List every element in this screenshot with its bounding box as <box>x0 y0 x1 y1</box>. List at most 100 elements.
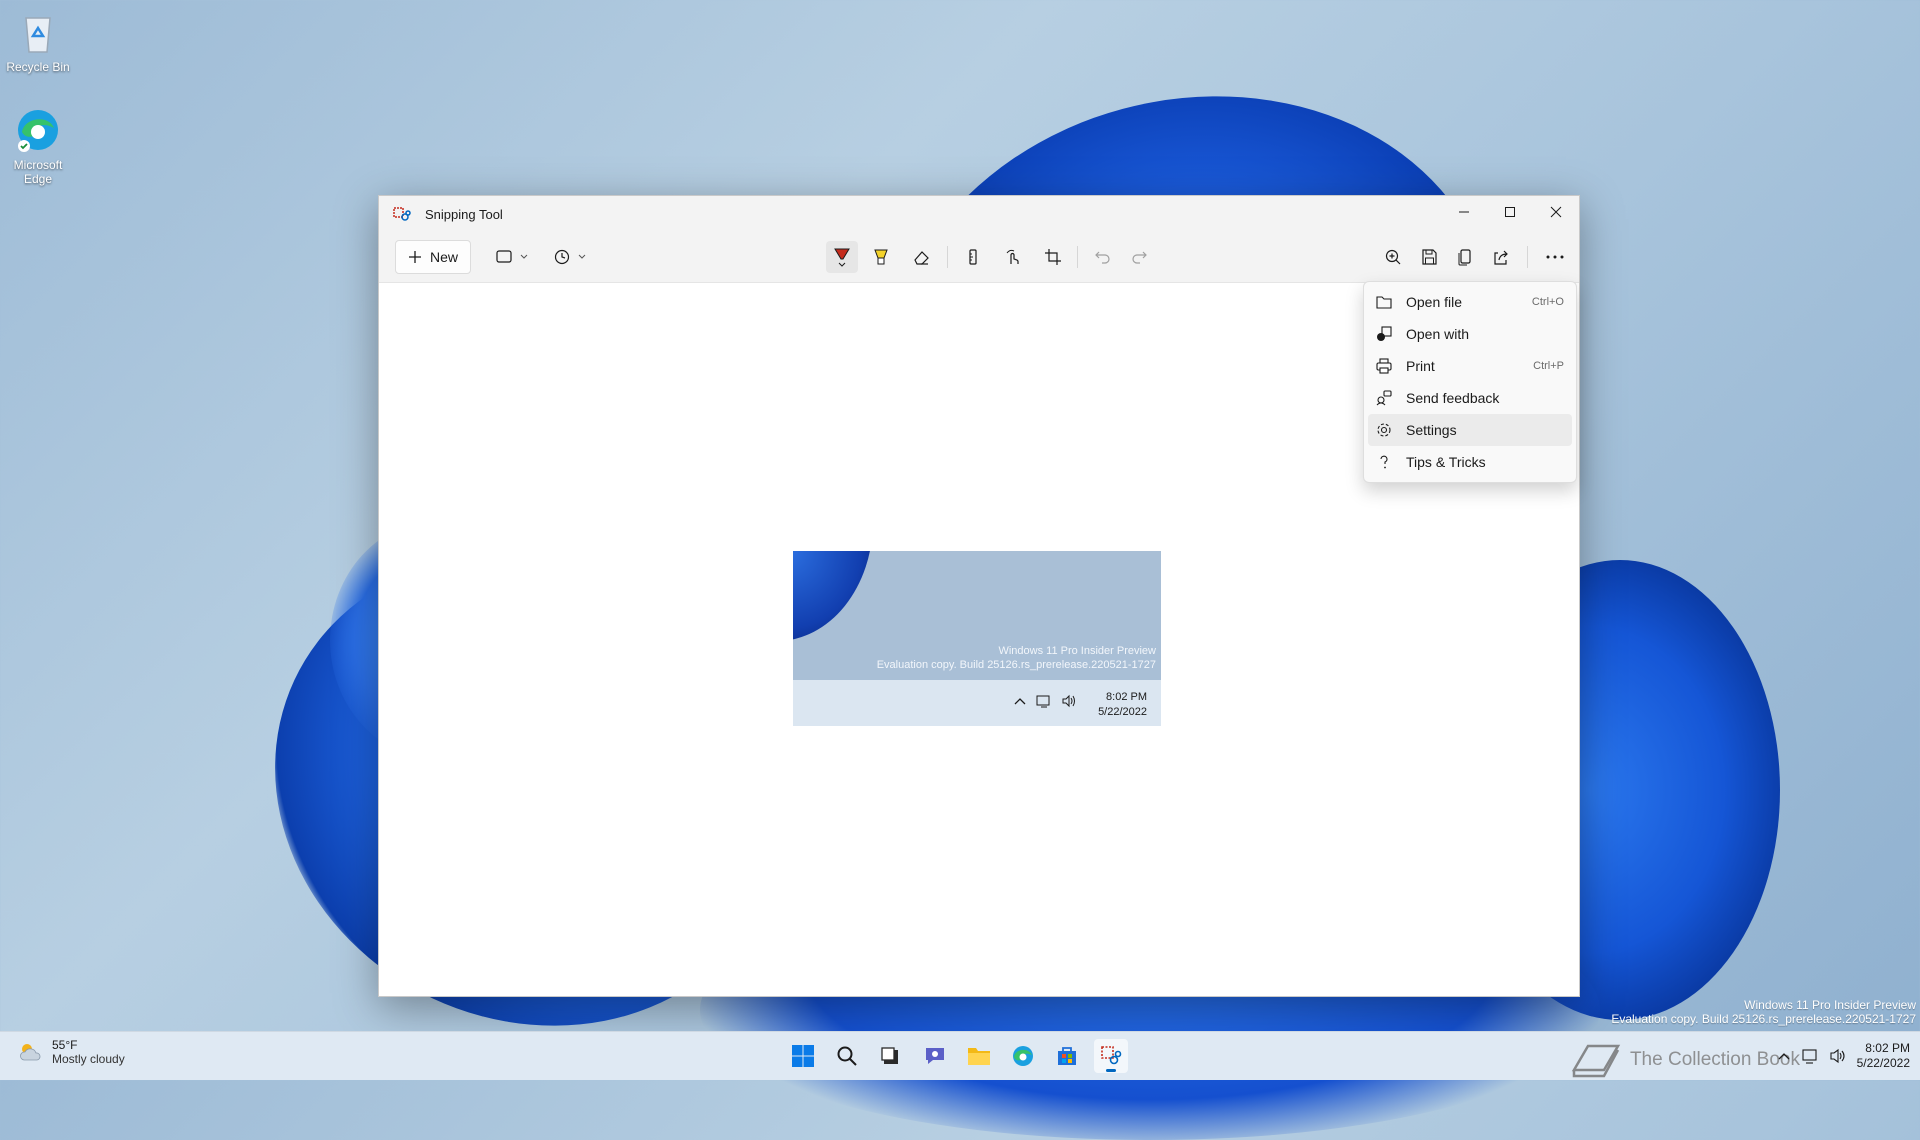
more-icon <box>1546 255 1564 259</box>
crop-button[interactable] <box>1037 241 1069 273</box>
open-with-icon <box>1376 326 1392 342</box>
start-button[interactable] <box>786 1039 820 1073</box>
see-more-button[interactable] <box>1535 241 1575 273</box>
system-tray: 8:02 PM 5/22/2022 <box>1777 1032 1910 1080</box>
menu-item-open-with[interactable]: Open with <box>1368 318 1572 350</box>
plus-icon <box>408 251 421 263</box>
chat-icon <box>926 1048 944 1064</box>
menu-item-shortcut: Ctrl+O <box>1531 296 1564 308</box>
feedback-icon <box>1376 390 1392 406</box>
snipping-tool-taskbar-button[interactable] <box>1094 1039 1128 1073</box>
printer-icon <box>1376 358 1392 374</box>
close-button[interactable] <box>1533 196 1579 228</box>
save-button[interactable] <box>1413 241 1445 273</box>
minimize-icon <box>1459 211 1469 213</box>
ruler-icon <box>969 249 977 265</box>
weather-description: Mostly cloudy <box>52 1052 125 1066</box>
toolbar: New <box>379 232 1579 283</box>
menu-item-label: Print <box>1406 358 1435 374</box>
edge-taskbar-button[interactable] <box>1006 1039 1040 1073</box>
preview-watermark: Windows 11 Pro Insider Preview Evaluatio… <box>877 644 1156 672</box>
snipping-tool-app-icon <box>393 205 411 223</box>
redo-icon <box>1132 251 1147 264</box>
desktop-watermark: Windows 11 Pro Insider Preview Evaluatio… <box>1611 998 1916 1026</box>
see-more-menu: Open file Ctrl+O Open with Print Ctrl+P … <box>1363 281 1577 483</box>
copy-button[interactable] <box>1449 241 1481 273</box>
taskbar-search-button[interactable] <box>830 1039 864 1073</box>
menu-item-label: Open file <box>1406 294 1463 310</box>
site-watermark: The Collection Book <box>1570 1040 1800 1080</box>
book-logo-icon <box>1571 1044 1621 1078</box>
menu-item-tips-tricks[interactable]: Tips & Tricks <box>1368 446 1572 478</box>
delay-dropdown[interactable] <box>549 241 593 273</box>
cloudy-weather-icon <box>20 1044 41 1061</box>
menu-item-open-file[interactable]: Open file Ctrl+O <box>1368 286 1572 318</box>
volume-icon[interactable] <box>1829 1048 1847 1064</box>
new-snip-button[interactable]: New <box>395 240 471 274</box>
undo-icon <box>1095 251 1110 264</box>
menu-item-print[interactable]: Print Ctrl+P <box>1368 350 1572 382</box>
desktop-watermark-line2: Evaluation copy. Build 25126.rs_prerelea… <box>1611 1012 1916 1026</box>
highlighter-button[interactable] <box>865 241 897 273</box>
desktop-icon-label: Recycle Bin <box>6 60 70 74</box>
recycle-bin-icon <box>14 8 62 56</box>
edge-icon <box>1013 1046 1033 1066</box>
gear-icon <box>1376 422 1392 438</box>
new-button-label: New <box>429 249 458 265</box>
eraser-icon <box>914 251 929 265</box>
highlighter-icon <box>874 249 888 265</box>
snip-mode-dropdown[interactable] <box>491 241 535 273</box>
crop-icon <box>1045 249 1061 265</box>
undo-button[interactable] <box>1087 241 1119 273</box>
network-icon[interactable] <box>1801 1048 1819 1064</box>
ruler-button[interactable] <box>957 241 989 273</box>
desktop-icon-label: Microsoft Edge <box>13 158 63 186</box>
taskbar-time: 8:02 PM <box>1865 1041 1910 1055</box>
captured-snip-image: Windows 11 Pro Insider Preview Evaluatio… <box>793 551 1161 726</box>
snipping-tool-app-icon <box>1101 1046 1122 1065</box>
zoom-in-icon <box>1385 249 1401 265</box>
touch-writing-button[interactable] <box>997 241 1029 273</box>
question-icon <box>1376 454 1392 470</box>
taskbar-date: 5/22/2022 <box>1856 1056 1910 1070</box>
task-view-button[interactable] <box>874 1039 908 1073</box>
share-button[interactable] <box>1485 241 1517 273</box>
weather-widget[interactable]: 55°F Mostly cloudy <box>18 1038 125 1066</box>
ballpoint-pen-button[interactable] <box>826 241 858 273</box>
chevron-up-icon <box>1014 698 1026 705</box>
share-icon <box>1494 250 1508 265</box>
minimize-button[interactable] <box>1441 196 1487 228</box>
folder-icon <box>1376 294 1392 310</box>
taskbar: 55°F Mostly cloudy The Collection Book 8… <box>0 1031 1920 1080</box>
menu-item-send-feedback[interactable]: Send feedback <box>1368 382 1572 414</box>
preview-clock: 8:02 PM 5/22/2022 <box>1098 690 1147 720</box>
task-view-icon <box>881 1047 898 1064</box>
title-bar[interactable]: Snipping Tool <box>379 196 1579 232</box>
desktop-icon-recycle-bin[interactable]: Recycle Bin <box>0 8 76 74</box>
teams-chat-button[interactable] <box>918 1039 952 1073</box>
touch-writing-icon <box>1006 249 1019 264</box>
windows-logo-icon <box>792 1045 814 1067</box>
volume-icon <box>1062 694 1075 708</box>
redo-button[interactable] <box>1123 241 1155 273</box>
chevron-up-icon[interactable] <box>1777 1049 1791 1063</box>
preview-date: 5/22/2022 <box>1098 706 1147 718</box>
zoom-button[interactable] <box>1377 241 1409 273</box>
menu-item-settings[interactable]: Settings <box>1368 414 1572 446</box>
menu-item-label: Send feedback <box>1406 390 1500 406</box>
rectangle-mode-icon <box>496 250 528 263</box>
menu-item-label: Tips & Tricks <box>1406 454 1486 470</box>
taskbar-clock[interactable]: 8:02 PM 5/22/2022 <box>1857 1041 1910 1071</box>
clock-icon <box>554 249 586 265</box>
desktop-icon-edge[interactable]: Microsoft Edge <box>0 106 76 186</box>
desktop-watermark-line1: Windows 11 Pro Insider Preview <box>1744 998 1916 1012</box>
menu-item-label: Settings <box>1406 422 1457 438</box>
menu-item-shortcut: Ctrl+P <box>1533 360 1564 372</box>
site-watermark-text: The Collection Book <box>1629 1049 1800 1070</box>
edge-icon <box>14 106 62 154</box>
eraser-button[interactable] <box>905 241 937 273</box>
bloom-wallpaper-shape <box>793 551 873 641</box>
store-button[interactable] <box>1050 1039 1084 1073</box>
maximize-button[interactable] <box>1487 196 1533 228</box>
file-explorer-button[interactable] <box>962 1039 996 1073</box>
